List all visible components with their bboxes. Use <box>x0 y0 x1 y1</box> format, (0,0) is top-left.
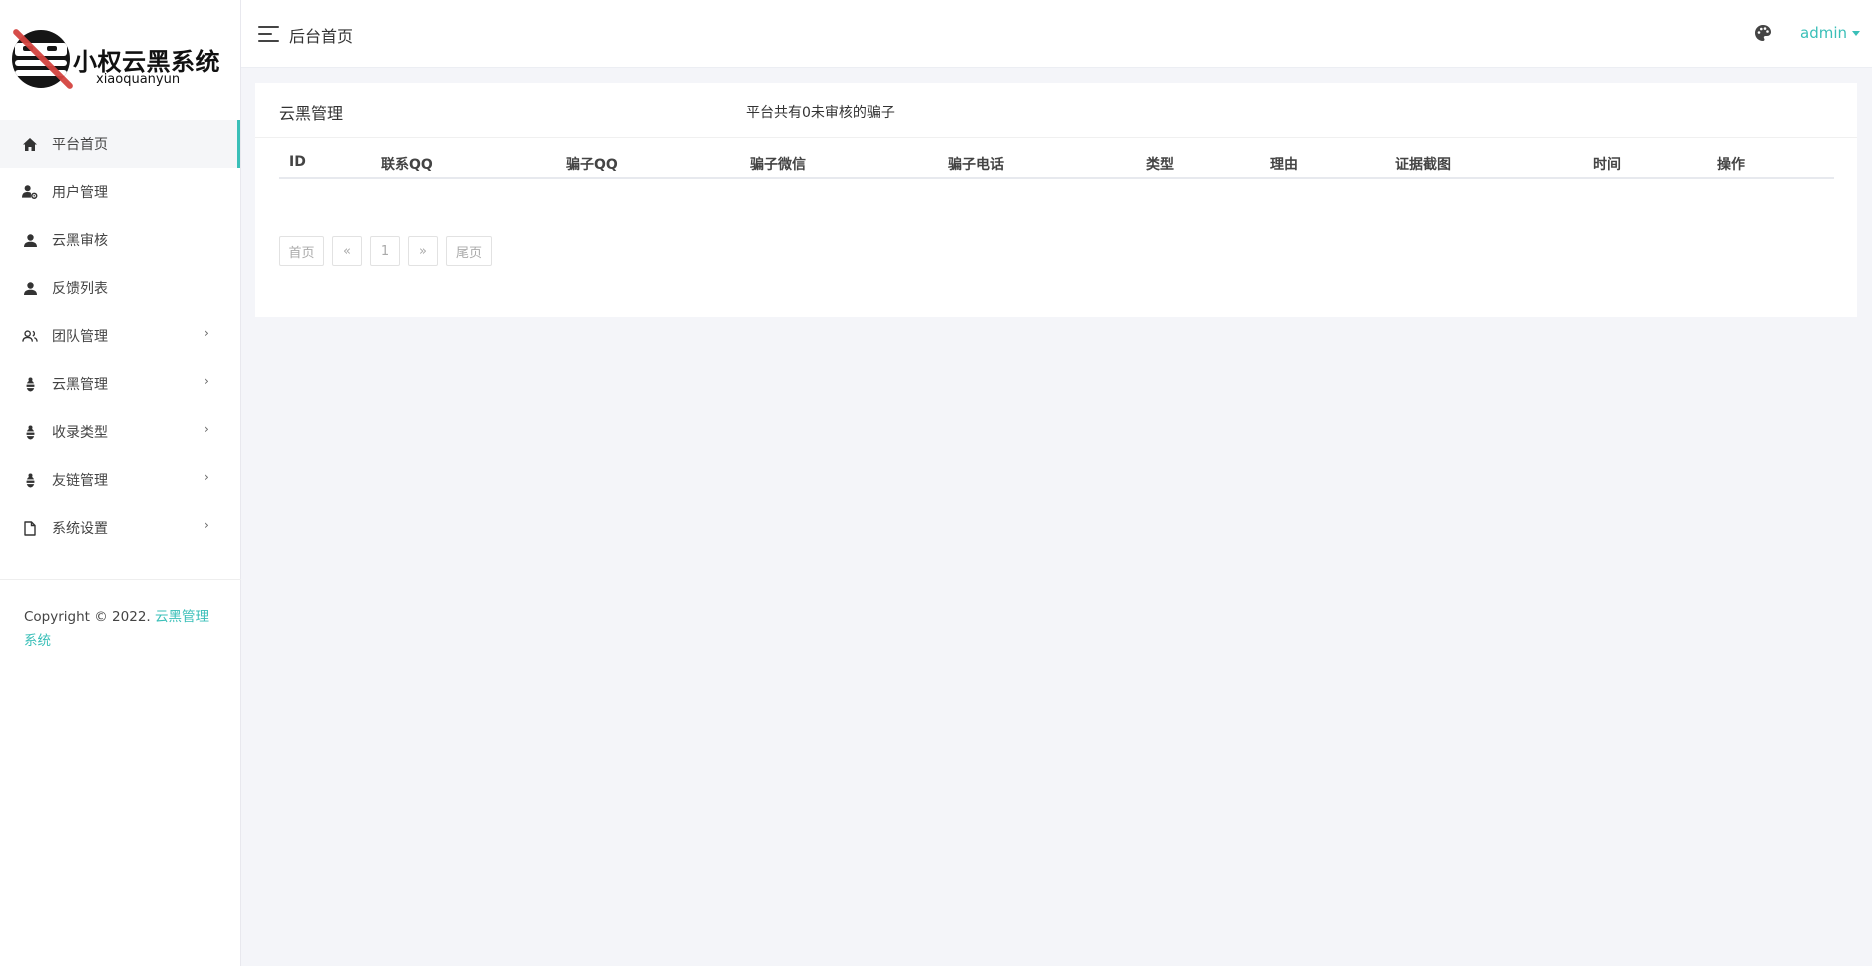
pagination: 首页 « 1 » 尾页 <box>279 236 500 266</box>
sidebar-divider <box>0 579 241 580</box>
sidebar-item-team[interactable]: 团队管理 › <box>0 312 240 360</box>
column-header: 时间 <box>1593 157 1621 173</box>
column-header: 理由 <box>1270 157 1298 173</box>
sidebar-item-label: 系统设置 <box>52 521 108 537</box>
blacklist-card: 云黑管理 平台共有0未审核的骗子 ID 联系QQ 骗子QQ 骗子微信 骗子电话 … <box>255 83 1857 317</box>
logo-subtitle: xiaoquanyun <box>96 72 181 87</box>
column-header: 操作 <box>1717 157 1745 173</box>
sidebar-item-label: 云黑审核 <box>52 233 108 249</box>
user-settings-icon <box>22 184 38 200</box>
home-icon <box>22 136 38 152</box>
sidebar: 小权云黑系统 xiaoquanyun 平台首页 用户管理 云黑审核 反馈列表 团… <box>0 0 241 966</box>
chevron-right-icon: › <box>204 518 209 532</box>
sidebar-item-label: 团队管理 <box>52 329 108 345</box>
logo[interactable]: 小权云黑系统 xiaoquanyun <box>0 0 240 120</box>
column-header: ID <box>289 154 306 170</box>
user-icon <box>22 232 38 248</box>
sidebar-item-label: 用户管理 <box>52 185 108 201</box>
sidebar-item-users[interactable]: 用户管理 <box>0 168 240 216</box>
sidebar-item-links[interactable]: 友链管理 › <box>0 456 240 504</box>
sidebar-item-types[interactable]: 收录类型 › <box>0 408 240 456</box>
first-page-button[interactable]: 首页 <box>279 236 324 266</box>
palette-icon[interactable] <box>1754 24 1774 44</box>
card-title: 云黑管理 <box>279 104 344 123</box>
caret-down-icon <box>1852 30 1860 36</box>
bug-icon <box>22 472 38 488</box>
sidebar-item-label: 友链管理 <box>52 473 108 489</box>
page-number-button[interactable]: 1 <box>370 236 400 266</box>
sidebar-item-review[interactable]: 云黑审核 <box>0 216 240 264</box>
chevron-right-icon: › <box>204 374 209 388</box>
sidebar-item-feedback[interactable]: 反馈列表 <box>0 264 240 312</box>
column-header: 类型 <box>1146 157 1174 173</box>
pending-count-text: 平台共有0未审核的骗子 <box>746 105 895 121</box>
card-header: 云黑管理 平台共有0未审核的骗子 <box>255 83 1857 138</box>
page-title: 后台首页 <box>289 27 354 46</box>
user-name: admin <box>1800 24 1847 42</box>
sidebar-item-label: 平台首页 <box>52 137 108 153</box>
bug-icon <box>22 424 38 440</box>
column-header: 骗子微信 <box>750 157 806 173</box>
sidebar-item-settings[interactable]: 系统设置 › <box>0 504 240 552</box>
sidebar-item-label: 云黑管理 <box>52 377 108 393</box>
sidebar-item-blacklist[interactable]: 云黑管理 › <box>0 360 240 408</box>
last-page-button[interactable]: 尾页 <box>446 236 492 266</box>
menu-toggle-icon[interactable] <box>258 26 279 42</box>
sidebar-menu: 平台首页 用户管理 云黑审核 反馈列表 团队管理 › 云黑管理 › 收录类型 ›… <box>0 120 240 552</box>
column-header: 骗子电话 <box>948 157 1004 173</box>
chevron-right-icon: › <box>204 326 209 340</box>
sidebar-item-label: 反馈列表 <box>52 281 108 297</box>
column-header: 骗子QQ <box>566 157 618 173</box>
user-menu-button[interactable]: admin <box>1800 24 1860 42</box>
column-header: 联系QQ <box>381 157 433 173</box>
top-header: 后台首页 admin <box>241 0 1872 68</box>
bug-icon <box>22 376 38 392</box>
chevron-right-icon: › <box>204 470 209 484</box>
copyright: Copyright © 2022. 云黑管理系统 <box>24 605 219 653</box>
next-page-button[interactable]: » <box>408 236 438 266</box>
copyright-text: Copyright © 2022. <box>24 609 155 625</box>
sidebar-item-home[interactable]: 平台首页 <box>0 120 240 168</box>
blacklist-table-header: ID 联系QQ 骗子QQ 骗子微信 骗子电话 类型 理由 证据截图 时间 操作 <box>279 146 1834 179</box>
prev-page-button[interactable]: « <box>332 236 362 266</box>
sidebar-item-label: 收录类型 <box>52 425 108 441</box>
chevron-right-icon: › <box>204 422 209 436</box>
group-icon <box>22 328 38 344</box>
file-icon <box>22 520 38 536</box>
user-icon <box>22 280 38 296</box>
column-header: 证据截图 <box>1395 157 1451 173</box>
